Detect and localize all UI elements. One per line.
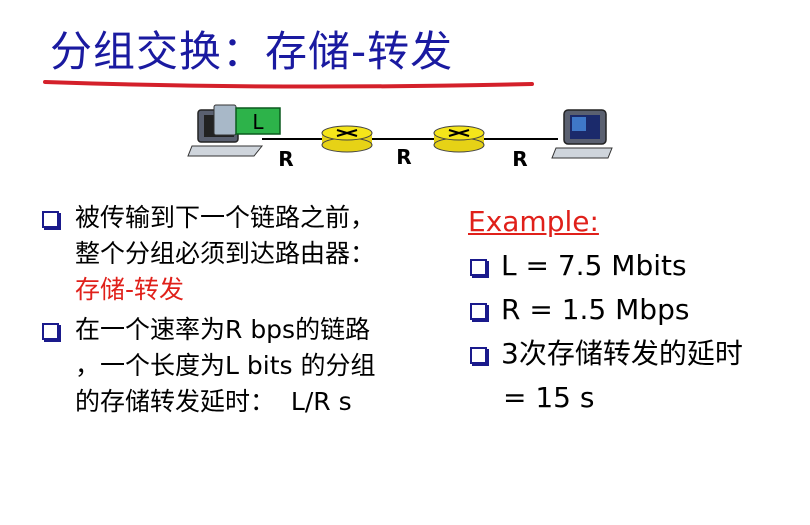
- bullet-checkbox-icon: [470, 303, 487, 320]
- example-panel: Example: L = 7.5 Mbits R = 1.5 Mbps 3次存储…: [468, 200, 798, 420]
- link-rate-label-2: R: [396, 145, 411, 169]
- bullet-checkbox-icon: [470, 259, 487, 276]
- router-icon-2: [433, 125, 485, 153]
- bullet-text: 在一个速率为R bps的链路 ，一个长度为L bits 的分组 的存储转发延时：…: [75, 312, 375, 420]
- packet-label: L: [252, 110, 264, 134]
- router-icon-1: [321, 125, 373, 153]
- bullet-text: 被传输到下一个链路之前， 整个分组必须到达路由器： 存储-转发: [75, 200, 375, 308]
- example-item: L = 7.5 Mbits: [468, 244, 798, 288]
- bullet-line: 被传输到下一个链路之前，: [75, 203, 376, 232]
- bullet-checkbox-icon: [470, 347, 487, 364]
- example-item: R = 1.5 Mbps: [468, 288, 798, 332]
- bullet-line: 的存储转发延时： L/R s: [75, 387, 352, 416]
- link-rate-label-3: R: [512, 147, 527, 171]
- example-result: = 15 s: [503, 381, 595, 414]
- bullet-checkbox-icon: [42, 323, 59, 340]
- example-title: Example:: [468, 205, 599, 238]
- bullet-item: 被传输到下一个链路之前， 整个分组必须到达路由器： 存储-转发: [40, 200, 460, 308]
- bullet-line: 在一个速率为R bps的链路: [75, 315, 371, 344]
- bullet-checkbox-icon: [42, 211, 59, 228]
- network-diagram: L R R R: [187, 104, 613, 171]
- bullet-list: 被传输到下一个链路之前， 整个分组必须到达路由器： 存储-转发 在一个速率为R …: [40, 200, 460, 424]
- bullet-line-emphasis: 存储-转发: [75, 275, 185, 304]
- link-rate-label-1: R: [278, 147, 293, 171]
- bullet-item: 在一个速率为R bps的链路 ，一个长度为L bits 的分组 的存储转发延时：…: [40, 312, 460, 420]
- bullet-line: ，一个长度为L bits 的分组: [75, 351, 376, 380]
- example-item-text: 3次存储转发的延时: [501, 337, 743, 370]
- example-item-text: L = 7.5 Mbits: [501, 249, 687, 282]
- destination-computer-icon: [551, 109, 613, 159]
- bullet-line: 整个分组必须到达路由器：: [75, 239, 376, 268]
- example-item-text: R = 1.5 Mbps: [501, 293, 690, 326]
- example-item: 3次存储转发的延时: [468, 332, 798, 376]
